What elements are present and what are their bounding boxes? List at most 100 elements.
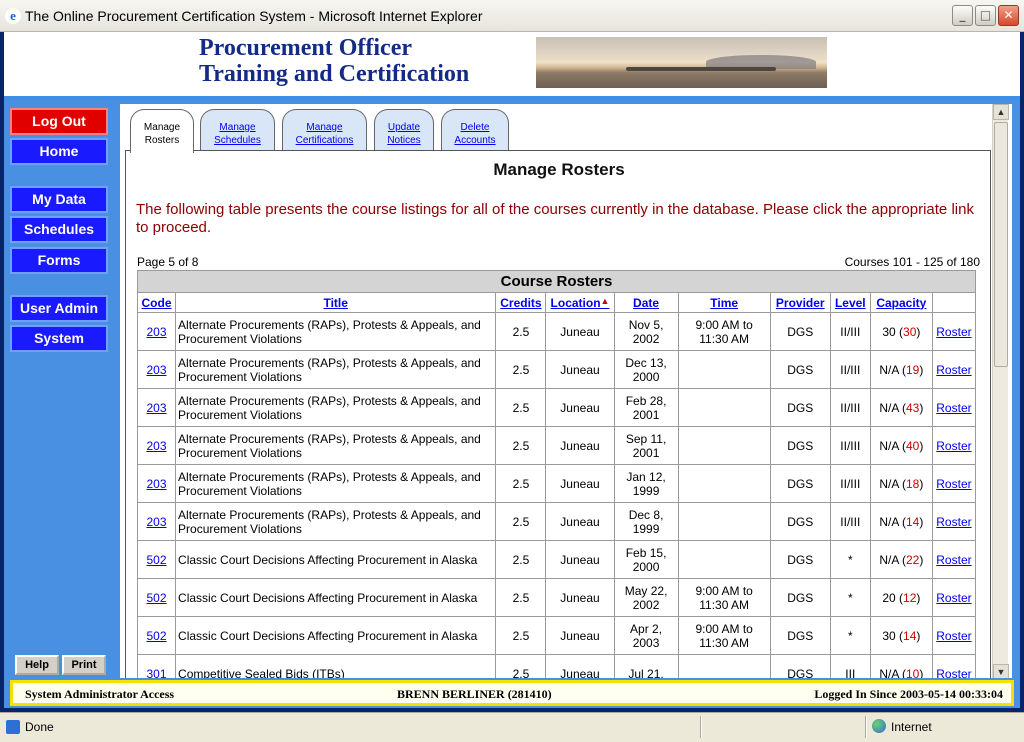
roster-link[interactable]: Roster: [936, 325, 971, 339]
table-row: 203 Alternate Procurements (RAPs), Protes…: [136, 426, 977, 465]
cell-title: Classic Court Decisions Affecting Procur…: [175, 578, 497, 617]
roster-link[interactable]: Roster: [936, 401, 971, 415]
cell-location: Juneau: [545, 540, 615, 579]
enrolled-count: 14: [906, 514, 920, 529]
col-header-capacity[interactable]: Capacity: [869, 292, 933, 313]
cell-roster[interactable]: Roster: [931, 426, 977, 465]
cell-roster[interactable]: Roster: [931, 350, 977, 389]
tab-link[interactable]: Update: [388, 122, 420, 133]
title-text: Classic Court Decisions Affecting Procur…: [178, 628, 478, 643]
course-code-link[interactable]: 203: [147, 515, 167, 529]
cell-code[interactable]: 203: [136, 350, 177, 389]
cell-roster[interactable]: Roster: [931, 388, 977, 427]
status-divider: [700, 716, 702, 738]
cell-code[interactable]: 203: [136, 426, 177, 465]
user-name: BRENN BERLINER (281410): [397, 687, 552, 701]
scroll-up-icon[interactable]: ▲: [993, 104, 1009, 120]
print-button[interactable]: Print: [62, 655, 106, 675]
cell-title: Alternate Procurements (RAPs), Protests …: [175, 350, 497, 389]
location-header-label[interactable]: Location: [551, 296, 601, 310]
tab-manage-certifications[interactable]: Manage Certifications: [282, 109, 367, 151]
course-code-link[interactable]: 203: [147, 401, 167, 415]
my-data-button[interactable]: My Data: [10, 186, 108, 213]
col-header-credits[interactable]: Credits: [495, 292, 547, 313]
scrollbar-thumb[interactable]: [994, 122, 1008, 367]
close-button[interactable]: ✕: [998, 5, 1019, 26]
tab-link[interactable]: Certifications: [296, 135, 354, 146]
roster-link[interactable]: Roster: [936, 439, 971, 453]
cell-roster[interactable]: Roster: [931, 464, 977, 503]
forms-button[interactable]: Forms: [10, 247, 108, 274]
roster-link[interactable]: Roster: [936, 553, 971, 567]
cell-title: Classic Court Decisions Affecting Procur…: [175, 616, 497, 655]
system-button[interactable]: System: [10, 325, 108, 352]
roster-link[interactable]: Roster: [936, 629, 971, 643]
maximize-button[interactable]: □: [975, 5, 996, 26]
col-header-title[interactable]: Title: [175, 292, 497, 313]
access-level: System Administrator Access: [25, 687, 175, 701]
roster-link[interactable]: Roster: [936, 515, 971, 529]
enrolled-count: 30: [903, 324, 917, 339]
schedules-button[interactable]: Schedules: [10, 216, 108, 243]
cell-code[interactable]: 203: [136, 464, 177, 503]
course-code-link[interactable]: 203: [147, 477, 167, 491]
table-row: 203 Alternate Procurements (RAPs), Protes…: [136, 388, 977, 427]
cell-roster[interactable]: Roster: [931, 502, 977, 541]
tab-link[interactable]: Manage: [219, 122, 255, 133]
cell-roster[interactable]: Roster: [931, 540, 977, 579]
tab-delete-accounts[interactable]: Delete Accounts: [441, 109, 509, 151]
cell-code[interactable]: 203: [136, 388, 177, 427]
roster-link[interactable]: Roster: [936, 477, 971, 491]
cell-roster[interactable]: Roster: [931, 578, 977, 617]
roster-link[interactable]: Roster: [936, 363, 971, 377]
enrolled-count: 12: [903, 590, 917, 605]
tab-update-notices[interactable]: Update Notices: [374, 109, 434, 151]
help-button[interactable]: Help: [15, 655, 59, 675]
course-rosters-table: Course Rosters Code Title Credits Locati…: [136, 270, 977, 682]
cell-level: II/III: [829, 464, 871, 503]
course-code-link[interactable]: 502: [147, 591, 167, 605]
cell-code[interactable]: 502: [136, 578, 177, 617]
vertical-scrollbar[interactable]: ▲ ▼: [992, 104, 1009, 682]
cell-capacity: 30 (30): [869, 312, 933, 351]
col-header-provider[interactable]: Provider: [769, 292, 831, 313]
cell-code[interactable]: 502: [136, 540, 177, 579]
cell-provider: DGS: [769, 464, 831, 503]
col-header-level[interactable]: Level: [829, 292, 871, 313]
course-code-link[interactable]: 502: [147, 553, 167, 567]
course-code-link[interactable]: 502: [147, 629, 167, 643]
minimize-button[interactable]: _: [952, 5, 973, 26]
tab-manage-rosters[interactable]: Manage Rosters: [130, 109, 194, 153]
cell-code[interactable]: 203: [136, 312, 177, 351]
logout-button[interactable]: Log Out: [10, 108, 108, 135]
cell-roster[interactable]: Roster: [931, 616, 977, 655]
time-text: 9:00 AM to 11:30 AM: [695, 317, 753, 346]
cell-title: Alternate Procurements (RAPs), Protests …: [175, 426, 497, 465]
cell-code[interactable]: 502: [136, 616, 177, 655]
tab-link[interactable]: Accounts: [454, 135, 495, 146]
tab-link[interactable]: Manage: [306, 122, 342, 133]
cell-provider: DGS: [769, 350, 831, 389]
tab-link[interactable]: Notices: [387, 135, 420, 146]
tab-manage-schedules[interactable]: Manage Schedules: [200, 109, 275, 151]
col-header-code[interactable]: Code: [136, 292, 177, 313]
col-header-location[interactable]: Location▲: [545, 292, 615, 313]
tab-link[interactable]: Delete: [461, 122, 490, 133]
cell-code[interactable]: 203: [136, 502, 177, 541]
capacity-value: N/A: [879, 362, 899, 377]
banner-landscape-image: [536, 37, 827, 88]
roster-link[interactable]: Roster: [936, 591, 971, 605]
window-title: The Online Procurement Certification Sys…: [25, 8, 483, 24]
col-header-date[interactable]: Date: [613, 292, 679, 313]
cell-capacity: 20 (12): [869, 578, 933, 617]
col-header-time[interactable]: Time: [677, 292, 771, 313]
course-code-link[interactable]: 203: [147, 363, 167, 377]
home-button[interactable]: Home: [10, 138, 108, 165]
course-code-link[interactable]: 203: [147, 325, 167, 339]
course-code-link[interactable]: 203: [147, 439, 167, 453]
tab-link[interactable]: Schedules: [214, 135, 261, 146]
location-text: Juneau: [560, 514, 600, 529]
enrolled-count: 14: [903, 628, 917, 643]
cell-roster[interactable]: Roster: [931, 312, 977, 351]
user-admin-button[interactable]: User Admin: [10, 295, 108, 322]
